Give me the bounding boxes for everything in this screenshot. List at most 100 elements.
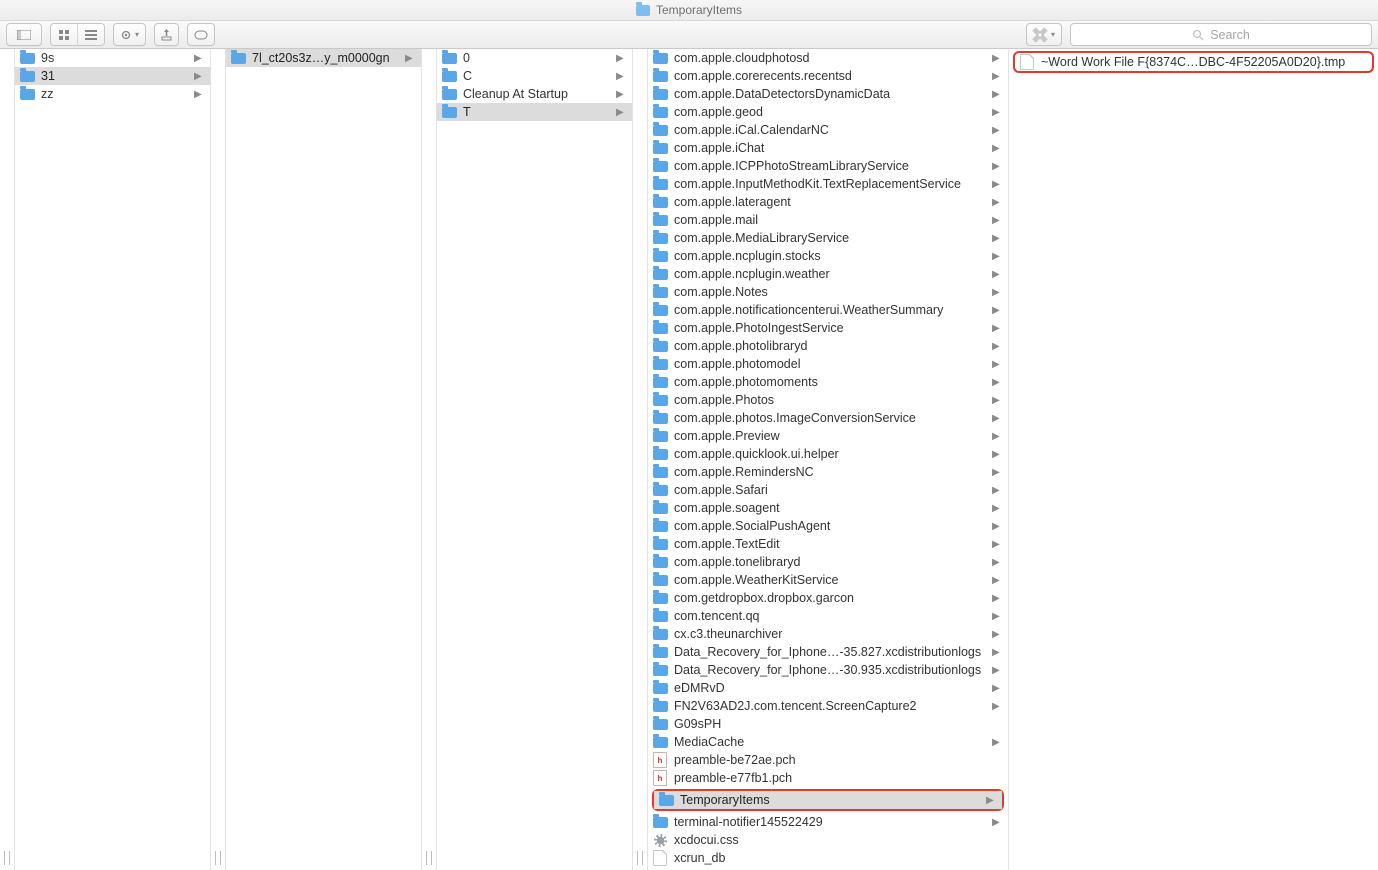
list-item[interactable]: com.apple.photos.ImageConversionService▶ — [648, 409, 1008, 427]
list-item[interactable]: ~Word Work File F{8374C…DBC-4F52205A0D20… — [1015, 53, 1372, 71]
list-item[interactable]: com.apple.cloudphotosd▶ — [648, 49, 1008, 67]
list-item[interactable]: Cleanup At Startup▶ — [437, 85, 632, 103]
chevron-right-icon: ▶ — [992, 197, 1002, 208]
chevron-right-icon: ▶ — [616, 89, 626, 100]
list-item[interactable]: com.getdropbox.dropbox.garcon▶ — [648, 589, 1008, 607]
list-item[interactable]: com.apple.corerecents.recentsd▶ — [648, 67, 1008, 85]
list-item[interactable]: com.apple.tonelibraryd▶ — [648, 553, 1008, 571]
list-item[interactable]: 9s▶ — [15, 49, 210, 67]
item-label: com.apple.photomodel — [674, 357, 986, 371]
share-icon — [161, 29, 172, 41]
chevron-right-icon: ▶ — [992, 683, 1002, 694]
list-item[interactable]: com.apple.photolibraryd▶ — [648, 337, 1008, 355]
list-item[interactable]: com.apple.iCal.CalendarNC▶ — [648, 121, 1008, 139]
list-item[interactable]: C▶ — [437, 67, 632, 85]
list-item[interactable]: com.apple.notificationcenterui.WeatherSu… — [648, 301, 1008, 319]
list-item[interactable]: com.apple.soagent▶ — [648, 499, 1008, 517]
window-titlebar: TemporaryItems — [0, 0, 1378, 21]
list-item[interactable]: com.apple.photomoments▶ — [648, 373, 1008, 391]
list-item[interactable]: com.apple.ncplugin.stocks▶ — [648, 247, 1008, 265]
share-button[interactable] — [154, 23, 179, 46]
list-item[interactable]: xcrun_db — [648, 849, 1008, 867]
chevron-right-icon: ▶ — [616, 107, 626, 118]
list-item[interactable]: com.apple.photomodel▶ — [648, 355, 1008, 373]
list-view-button[interactable] — [78, 24, 104, 45]
list-item[interactable]: zz▶ — [15, 85, 210, 103]
column-resize-handle[interactable] — [633, 49, 648, 870]
tags-button[interactable] — [187, 23, 215, 46]
action-menu-button[interactable]: ▾ — [113, 23, 146, 46]
item-label: zz — [41, 87, 188, 101]
list-item[interactable]: com.apple.MediaLibraryService▶ — [648, 229, 1008, 247]
item-label: FN2V63AD2J.com.tencent.ScreenCapture2 — [674, 699, 986, 713]
view-mode-segment[interactable] — [50, 23, 105, 46]
item-label: com.getdropbox.dropbox.garcon — [674, 591, 986, 605]
list-item[interactable]: com.apple.geod▶ — [648, 103, 1008, 121]
list-item[interactable]: MediaCache▶ — [648, 733, 1008, 751]
column-2[interactable]: 7l_ct20s3z…y_m0000gn▶ — [226, 49, 422, 870]
icon-view-button[interactable] — [51, 24, 78, 45]
list-item[interactable]: TemporaryItems▶ — [654, 791, 1002, 809]
list-item[interactable]: com.apple.RemindersNC▶ — [648, 463, 1008, 481]
column-4[interactable]: com.apple.cloudphotosd▶com.apple.corerec… — [648, 49, 1009, 870]
list-item[interactable]: Data_Recovery_for_Iphone…-30.935.xcdistr… — [648, 661, 1008, 679]
list-item[interactable]: hpreamble-e77fb1.pch — [648, 769, 1008, 787]
chevron-right-icon: ▶ — [405, 53, 415, 64]
list-item[interactable]: com.apple.Notes▶ — [648, 283, 1008, 301]
list-item[interactable]: terminal-notifier145522429▶ — [648, 813, 1008, 831]
column-resize-handle[interactable] — [422, 49, 437, 870]
item-label: Data_Recovery_for_Iphone…-35.827.xcdistr… — [674, 645, 986, 659]
item-label: com.apple.Safari — [674, 483, 986, 497]
item-label: terminal-notifier145522429 — [674, 815, 986, 829]
chevron-right-icon: ▶ — [992, 629, 1002, 640]
list-item[interactable]: Data_Recovery_for_Iphone…-35.827.xcdistr… — [648, 643, 1008, 661]
list-item[interactable]: com.apple.DataDetectorsDynamicData▶ — [648, 85, 1008, 103]
list-item[interactable]: com.apple.WeatherKitService▶ — [648, 571, 1008, 589]
list-item[interactable]: FN2V63AD2J.com.tencent.ScreenCapture2▶ — [648, 697, 1008, 715]
column-resize-handle[interactable] — [0, 49, 15, 870]
chevron-right-icon: ▶ — [992, 269, 1002, 280]
column-1[interactable]: 9s▶31▶zz▶ — [15, 49, 211, 870]
list-item[interactable]: com.apple.quicklook.ui.helper▶ — [648, 445, 1008, 463]
folder-icon — [653, 251, 668, 262]
item-label: com.apple.InputMethodKit.TextReplacement… — [674, 177, 986, 191]
chevron-right-icon: ▶ — [992, 125, 1002, 136]
list-item[interactable]: com.apple.ncplugin.weather▶ — [648, 265, 1008, 283]
list-item[interactable]: com.apple.SocialPushAgent▶ — [648, 517, 1008, 535]
list-item[interactable]: com.apple.PhotoIngestService▶ — [648, 319, 1008, 337]
item-label: com.apple.DataDetectorsDynamicData — [674, 87, 986, 101]
list-item[interactable]: com.apple.Safari▶ — [648, 481, 1008, 499]
list-item[interactable]: 0▶ — [437, 49, 632, 67]
list-item[interactable]: com.apple.mail▶ — [648, 211, 1008, 229]
folder-icon — [653, 647, 668, 658]
list-item[interactable]: cx.c3.theunarchiver▶ — [648, 625, 1008, 643]
list-item[interactable]: com.apple.TextEdit▶ — [648, 535, 1008, 553]
column-5[interactable]: ~Word Work File F{8374C…DBC-4F52205A0D20… — [1009, 49, 1378, 870]
list-item[interactable]: T▶ — [437, 103, 632, 121]
folder-icon — [653, 817, 668, 828]
list-item[interactable]: com.apple.iChat▶ — [648, 139, 1008, 157]
list-item[interactable]: com.apple.Photos▶ — [648, 391, 1008, 409]
list-item[interactable]: 31▶ — [15, 67, 210, 85]
list-item[interactable]: com.tencent.qq▶ — [648, 607, 1008, 625]
list-item[interactable]: com.apple.Preview▶ — [648, 427, 1008, 445]
dropbox-button[interactable]: ▾ — [1026, 23, 1062, 46]
list-item[interactable]: com.apple.InputMethodKit.TextReplacement… — [648, 175, 1008, 193]
list-item[interactable]: com.apple.lateragent▶ — [648, 193, 1008, 211]
list-item[interactable]: eDMRvD▶ — [648, 679, 1008, 697]
column-3[interactable]: 0▶C▶Cleanup At Startup▶T▶ — [437, 49, 633, 870]
chevron-right-icon: ▶ — [992, 521, 1002, 532]
sidebar-toggle-button[interactable] — [6, 23, 42, 46]
column-resize-handle[interactable] — [211, 49, 226, 870]
item-label: com.apple.Preview — [674, 429, 986, 443]
chevron-right-icon: ▶ — [992, 737, 1002, 748]
folder-icon — [659, 795, 674, 806]
list-item[interactable]: xcdocui.css — [648, 831, 1008, 849]
list-item[interactable]: G09sPH — [648, 715, 1008, 733]
header-file-icon: h — [653, 770, 667, 786]
list-item[interactable]: com.apple.ICPPhotoStreamLibraryService▶ — [648, 157, 1008, 175]
list-item[interactable]: hpreamble-be72ae.pch — [648, 751, 1008, 769]
list-item[interactable]: 7l_ct20s3z…y_m0000gn▶ — [226, 49, 421, 67]
search-input[interactable]: Search — [1070, 23, 1372, 46]
column-browser: 9s▶31▶zz▶ 7l_ct20s3z…y_m0000gn▶ 0▶C▶Clea… — [0, 49, 1378, 870]
